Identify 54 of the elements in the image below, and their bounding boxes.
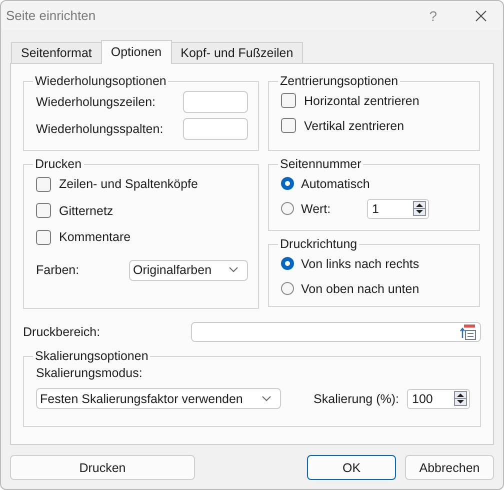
chevron-down-icon [229,267,238,273]
tab[interactable]: Optionen [100,40,172,64]
checkbox[interactable] [36,176,51,192]
radio-button[interactable] [281,282,294,295]
checkbox-label[interactable]: Horizontal zentrieren [304,94,420,108]
dropdown[interactable]: Festen Skalierungsfaktor verwenden [36,388,281,409]
tab[interactable]: Seitenformat [11,42,102,63]
field-label: Wiederholungsspalten: [36,122,164,136]
radio-label[interactable]: Automatisch [301,176,370,190]
dropdown-value: Originalfarben [133,263,212,277]
radio-label[interactable]: Von links nach rechts [301,256,420,270]
checkbox[interactable] [36,230,51,245]
range-select-icon[interactable] [460,324,476,340]
number-field[interactable]: 1 [367,198,429,218]
checkbox-label[interactable]: Zeilen- und Spaltenköpfe [59,177,198,192]
input-field[interactable] [183,90,248,112]
radio-button[interactable] [281,177,294,190]
window-title: Seite einrichten [6,8,97,23]
input-field[interactable] [191,322,481,342]
field-label: Skalierung (%): [314,392,399,406]
checkbox[interactable] [36,203,51,218]
dropdown[interactable]: Originalfarben [129,260,248,280]
radio-button[interactable] [281,202,294,215]
group-title: Wiederholungsoptionen [34,74,168,88]
group-title: Skalierungsoptionen [34,349,150,363]
checkbox[interactable] [281,93,296,108]
checkbox-label[interactable]: Kommentare [59,230,131,244]
dropdown-value: Festen Skalierungsfaktor verwenden [40,392,243,406]
group-title: Drucken [34,157,83,171]
group-title: Druckrichtung [279,237,358,251]
field-value: 1 [372,202,379,216]
tab[interactable]: Kopf- und Fußzeilen [170,42,304,63]
close-icon[interactable] [475,10,487,22]
button[interactable]: Drucken [10,455,195,480]
number-field[interactable]: 100 [407,388,470,408]
field-label: Wiederholungszeilen: [36,94,156,108]
field-label: Farben: [36,263,80,277]
checkbox-label[interactable]: Gitternetz [59,204,114,218]
checkbox[interactable] [281,118,296,133]
button[interactable]: Abbrechen [405,455,494,480]
field-value: 100 [412,392,433,406]
group-title: Zentrierungsoptionen [279,74,400,88]
field-label: Skalierungsmodus: [36,366,142,380]
field-label: Druckbereich: [23,325,100,339]
spin-buttons[interactable] [454,391,467,406]
checkbox-label[interactable]: Vertikal zentrieren [304,118,404,132]
radio-label[interactable]: Wert: [301,202,367,216]
chevron-down-icon [262,396,271,402]
button[interactable]: OK [307,455,396,480]
radio-button[interactable] [281,257,294,270]
input-field[interactable] [183,118,248,140]
group-title: Seitennummer [279,157,362,171]
spin-buttons[interactable] [413,201,426,216]
radio-label[interactable]: Von oben nach unten [301,282,420,296]
